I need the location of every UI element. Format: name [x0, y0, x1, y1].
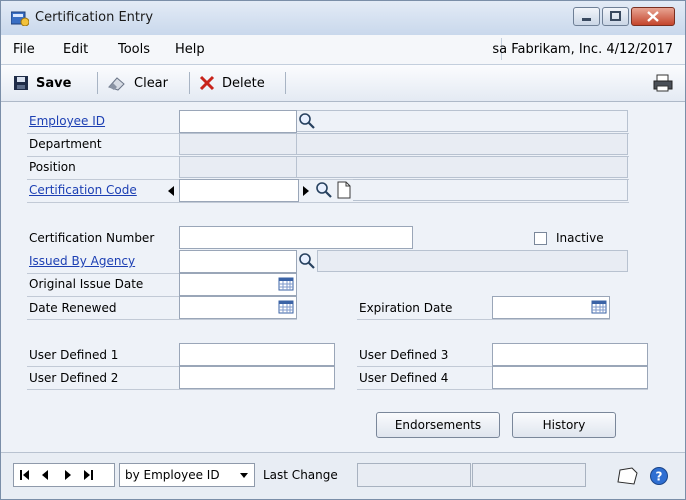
toolbar-separator: [285, 72, 286, 94]
menu-tools[interactable]: Tools: [118, 42, 150, 57]
calendar-icon[interactable]: [277, 275, 295, 293]
menu-bar: File Edit Tools Help sa Fabrikam, Inc. 4…: [1, 35, 685, 65]
certification-number-label: Certification Number: [29, 231, 155, 245]
save-label: Save: [36, 75, 72, 91]
certification-number-input[interactable]: [179, 226, 413, 249]
department-label: Department: [29, 137, 102, 151]
window-controls: [571, 7, 675, 26]
maximize-icon: [610, 11, 621, 21]
certification-code-link[interactable]: Certification Code: [29, 180, 137, 200]
cert-code-new-icon[interactable]: [335, 181, 353, 199]
status-field: [472, 463, 586, 487]
expiration-date-label: Expiration Date: [359, 301, 453, 315]
save-icon: [14, 76, 28, 90]
clear-label: Clear: [134, 75, 168, 91]
printer-icon[interactable]: [653, 74, 673, 92]
position-description: [297, 156, 628, 178]
agency-lookup-icon[interactable]: [298, 252, 316, 270]
endorsements-button[interactable]: Endorsements: [376, 412, 500, 438]
title-bar: Certification Entry: [1, 1, 685, 35]
user-defined-4-input[interactable]: [492, 366, 648, 389]
help-icon[interactable]: ?: [649, 466, 669, 486]
certification-description: [353, 179, 628, 201]
employee-id-input[interactable]: [179, 110, 297, 133]
employee-name-display: [297, 110, 628, 132]
menu-file[interactable]: File: [13, 42, 35, 57]
user-defined-3-label: User Defined 3: [359, 348, 449, 362]
inactive-checkbox[interactable]: [534, 232, 547, 245]
row-divider: [27, 202, 629, 203]
row-divider: [357, 319, 610, 320]
toolbar-separator: [189, 72, 190, 94]
agency-description: [317, 250, 628, 272]
certification-entry-window: Certification Entry File Edit Tools Help…: [0, 0, 686, 500]
row-divider: [357, 389, 648, 390]
close-icon: [647, 11, 659, 22]
date-renewed-label: Date Renewed: [29, 301, 117, 315]
position-value: [179, 156, 297, 178]
toolbar: Save Clear Delete: [1, 65, 685, 102]
right-arrow-icon: [303, 186, 309, 196]
cert-code-lookup-icon[interactable]: [315, 181, 333, 199]
user-defined-2-input[interactable]: [179, 366, 335, 389]
eraser-icon: [108, 77, 125, 91]
user-defined-3-input[interactable]: [492, 343, 648, 366]
user-defined-4-label: User Defined 4: [359, 371, 449, 385]
last-change-label: Last Change: [263, 468, 338, 482]
first-record-icon[interactable]: [20, 470, 29, 480]
row-divider: [27, 319, 297, 320]
minimize-icon: [582, 18, 591, 21]
original-issue-date-label: Original Issue Date: [29, 277, 144, 291]
record-navigation: [13, 463, 115, 487]
calendar-icon[interactable]: [590, 298, 608, 316]
previous-record-icon[interactable]: [42, 470, 48, 480]
close-button[interactable]: [631, 7, 675, 26]
svg-text:?: ?: [656, 470, 663, 484]
history-button[interactable]: History: [512, 412, 616, 438]
cert-code-next-button[interactable]: [299, 182, 313, 200]
save-button[interactable]: Save: [13, 75, 71, 91]
last-change-field: [357, 463, 471, 487]
issued-by-agency-link[interactable]: Issued By Agency: [29, 251, 135, 271]
user-defined-2-label: User Defined 2: [29, 371, 119, 385]
app-icon: [11, 11, 29, 26]
cert-code-prev-button[interactable]: [163, 182, 179, 200]
minimize-button[interactable]: [573, 7, 600, 26]
note-icon[interactable]: [617, 467, 639, 485]
sort-by-dropdown[interactable]: by Employee ID: [119, 463, 255, 487]
user-defined-1-label: User Defined 1: [29, 348, 119, 362]
delete-x-icon: [199, 75, 215, 91]
status-bar: by Employee ID Last Change ?: [1, 452, 685, 499]
clear-button[interactable]: Clear: [107, 75, 168, 91]
delete-label: Delete: [222, 75, 265, 91]
row-divider: [27, 389, 335, 390]
user-defined-1-input[interactable]: [179, 343, 335, 366]
inactive-label: Inactive: [556, 231, 604, 245]
window-title: Certification Entry: [35, 10, 154, 25]
certification-code-input[interactable]: [179, 179, 299, 202]
toolbar-separator: [97, 72, 98, 94]
maximize-button[interactable]: [602, 7, 629, 26]
left-arrow-icon: [168, 186, 174, 196]
sort-by-value: by Employee ID: [125, 468, 220, 482]
navigation-icons: [20, 470, 93, 480]
issued-by-agency-input[interactable]: [179, 250, 297, 273]
user-company-date: sa Fabrikam, Inc. 4/12/2017: [492, 42, 673, 57]
form-area: Employee ID Department Position Certific…: [1, 102, 685, 452]
menu-help[interactable]: Help: [175, 42, 205, 57]
next-record-icon[interactable]: [65, 470, 71, 480]
employee-id-link[interactable]: Employee ID: [29, 111, 105, 131]
position-label: Position: [29, 160, 76, 174]
delete-button[interactable]: Delete: [199, 75, 265, 91]
menu-edit[interactable]: Edit: [63, 42, 88, 57]
department-value: [179, 133, 297, 155]
calendar-icon[interactable]: [277, 298, 295, 316]
department-description: [297, 133, 628, 155]
chevron-down-icon: [240, 473, 248, 478]
last-record-icon[interactable]: [84, 470, 93, 480]
